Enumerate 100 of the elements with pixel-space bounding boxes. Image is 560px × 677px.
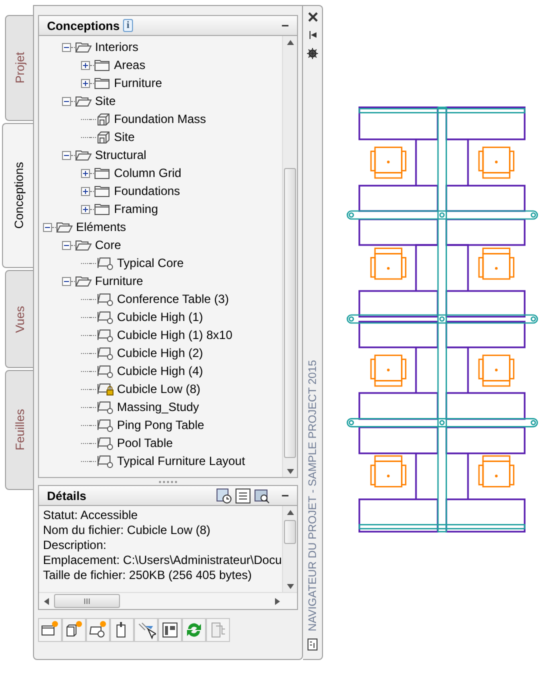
plus-icon xyxy=(82,206,89,212)
plus-icon xyxy=(82,62,89,68)
panel-title: Conceptions xyxy=(47,18,120,32)
detail-line: Description: xyxy=(43,538,108,553)
tree-item[interactable]: Cubicle High (4) xyxy=(117,364,204,378)
settings-icon xyxy=(307,48,318,58)
cube-icon xyxy=(96,112,111,126)
element-icon xyxy=(96,292,114,306)
tree-item[interactable]: Interiors xyxy=(95,40,138,54)
scroll-arrow-icon[interactable] xyxy=(274,598,281,604)
scroll-thumb[interactable] xyxy=(284,520,296,544)
expand-toggle[interactable] xyxy=(81,60,90,70)
tree-item[interactable]: Furniture xyxy=(114,76,162,90)
tree-item[interactable]: Column Grid xyxy=(114,166,182,180)
element-icon xyxy=(96,328,114,342)
tree-item[interactable]: Site xyxy=(114,130,135,144)
list-icon[interactable] xyxy=(235,488,252,504)
side-tab[interactable]: Projet xyxy=(5,15,35,121)
element-icon xyxy=(96,256,114,270)
folder-icon xyxy=(94,59,111,71)
collapse-button[interactable]: − xyxy=(279,488,291,503)
element-icon xyxy=(96,400,114,414)
tree-item[interactable]: Ping Pong Table xyxy=(117,418,204,432)
tree-item[interactable]: Typical Furniture Layout xyxy=(117,454,246,468)
detail-line: Emplacement: C:\Users\Administrateur\Docu xyxy=(43,553,282,568)
settings-button[interactable] xyxy=(306,46,320,60)
collapse-button[interactable]: − xyxy=(279,18,291,33)
expand-toggle[interactable] xyxy=(62,42,71,52)
detail-line: Nom du fichier: Cubicle Low (8) xyxy=(43,523,212,538)
tree-item[interactable]: Structural xyxy=(95,148,146,162)
scroll-arrow-icon[interactable] xyxy=(286,468,294,474)
folder-icon xyxy=(94,203,111,215)
vertical-scrollbar[interactable] xyxy=(282,506,297,592)
tree-item[interactable]: Areas xyxy=(114,58,146,72)
detail-line: Statut: Accessible xyxy=(43,508,139,523)
scroll-arrow-icon[interactable] xyxy=(286,582,294,590)
layout-icon xyxy=(160,620,180,640)
scroll-thumb[interactable] xyxy=(284,168,296,458)
expand-toggle[interactable] xyxy=(43,222,52,232)
cube-icon xyxy=(96,130,111,144)
element-icon xyxy=(96,436,114,450)
tree-item[interactable]: Cubicle High (1) 8x10 xyxy=(117,328,232,342)
tree-item[interactable]: Foundations xyxy=(114,184,180,198)
close-button[interactable] xyxy=(306,10,320,24)
scroll-arrow-icon[interactable] xyxy=(286,508,294,516)
folder-icon xyxy=(94,167,111,179)
palette-title: NAVIGATEUR DU PROJET - SAMPLE PROJECT 2015 xyxy=(306,360,318,631)
tree-item[interactable]: Massing_Study xyxy=(117,400,200,414)
preview-icon[interactable] xyxy=(216,488,232,504)
panel-title: Détails xyxy=(47,488,86,502)
open-folder-icon xyxy=(75,95,92,107)
expand-toggle[interactable] xyxy=(81,168,90,178)
open-folder-icon xyxy=(56,221,73,233)
toolbar-button[interactable] xyxy=(86,618,110,642)
detail-line: Taille de fichier: 250KB (256 405 bytes) xyxy=(43,568,253,583)
tree-item[interactable]: Pool Table xyxy=(117,436,173,450)
scroll-arrow-icon[interactable] xyxy=(43,598,50,604)
scroll-thumb[interactable]: III xyxy=(54,594,120,608)
tree-item[interactable]: Typical Core xyxy=(117,256,184,270)
toolbar-button[interactable] xyxy=(110,618,134,642)
locked-element-icon xyxy=(96,382,114,396)
select-icon xyxy=(136,620,156,640)
toolbar-button[interactable] xyxy=(158,618,182,642)
tree-item[interactable]: Conference Table (3) xyxy=(117,292,229,306)
expand-toggle[interactable] xyxy=(81,186,90,196)
element-icon xyxy=(96,454,114,468)
open-folder-icon xyxy=(75,275,92,287)
expand-toggle[interactable] xyxy=(62,276,71,286)
tree-item[interactable]: Core xyxy=(95,238,122,252)
open-folder-icon xyxy=(75,41,92,53)
info-badge[interactable]: i xyxy=(122,19,134,32)
close-icon xyxy=(308,12,318,22)
tree-item[interactable]: Cubicle High (1) xyxy=(117,310,204,324)
expand-toggle[interactable] xyxy=(81,78,90,88)
plus-icon xyxy=(82,80,89,86)
toolbar-button[interactable] xyxy=(62,618,86,642)
tree-item[interactable]: Cubicle High (2) xyxy=(117,346,204,360)
expand-toggle[interactable] xyxy=(62,150,71,160)
plus-icon xyxy=(82,188,89,194)
tree-item[interactable]: Furniture xyxy=(95,274,144,288)
image-search-icon[interactable] xyxy=(254,488,270,504)
expand-toggle[interactable] xyxy=(62,96,71,106)
element-icon xyxy=(96,418,114,432)
tree-item[interactable]: Foundation Mass xyxy=(114,112,206,126)
folder-icon xyxy=(94,77,111,89)
pin-icon xyxy=(308,30,318,40)
tree-item[interactable]: Framing xyxy=(114,202,158,216)
expand-toggle[interactable] xyxy=(62,240,71,250)
side-tab[interactable]: Vues xyxy=(5,270,35,368)
scroll-arrow-icon[interactable] xyxy=(286,38,294,46)
properties-button[interactable] xyxy=(306,637,320,651)
expand-toggle[interactable] xyxy=(81,204,90,214)
toolbar-button[interactable] xyxy=(38,618,62,642)
toolbar-button[interactable] xyxy=(134,618,158,642)
tree-item[interactable]: Cubicle Low (8) xyxy=(117,382,200,396)
tree-item[interactable]: Site xyxy=(95,94,116,108)
tree-item[interactable]: Eléments xyxy=(76,220,126,234)
side-tab[interactable]: Conceptions xyxy=(2,123,34,268)
vertical-scrollbar[interactable] xyxy=(282,36,297,477)
side-tab[interactable]: Feuilles xyxy=(5,370,35,490)
